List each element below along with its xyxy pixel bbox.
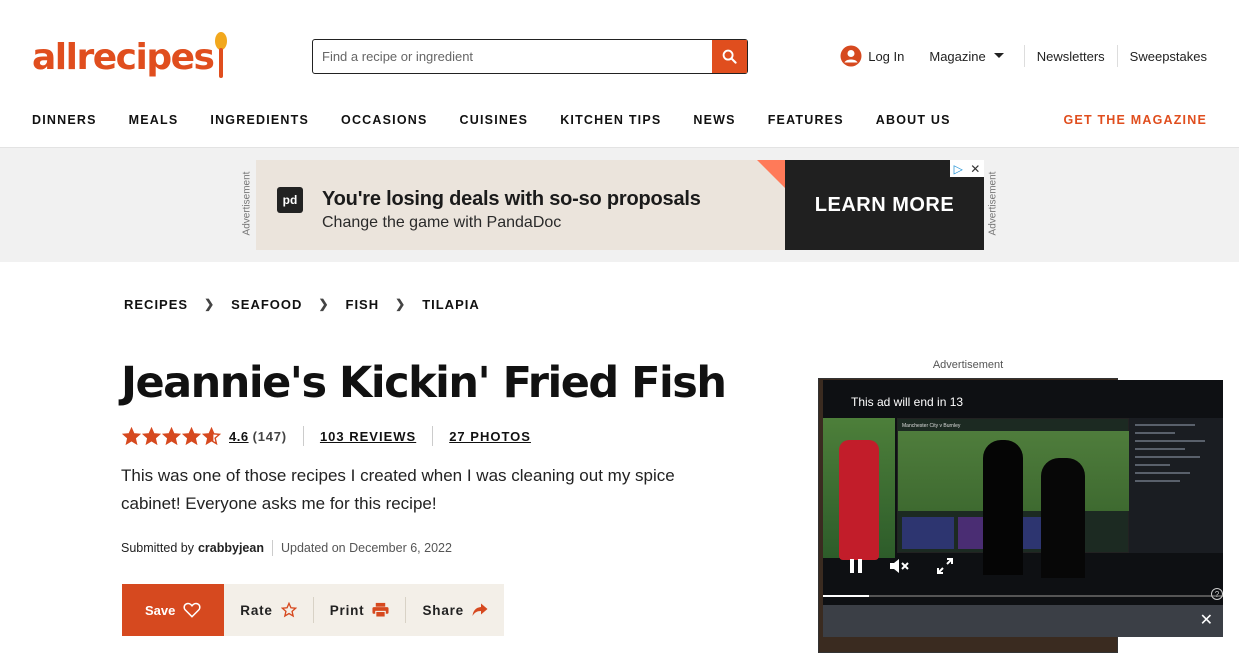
- mute-icon[interactable]: [889, 558, 911, 574]
- pandadoc-ad-banner[interactable]: pd You're losing deals with so-so propos…: [256, 160, 984, 250]
- save-label: Save: [144, 602, 176, 618]
- pandadoc-logo: pd: [277, 187, 303, 213]
- divider: [1116, 45, 1118, 67]
- star-full-icon: [182, 426, 201, 445]
- rating-value: 4.6: [229, 428, 249, 444]
- recipe-description: This was one of those recipes I created …: [121, 466, 675, 513]
- video-scene-player: [839, 440, 879, 560]
- video-scene-person: [983, 440, 1023, 575]
- star-full-icon: [122, 426, 141, 445]
- recipe-title: Jeannie's Kickin' Fried Fish: [121, 358, 727, 408]
- rate-label: Rate: [240, 602, 273, 618]
- star-full-icon: [142, 426, 161, 445]
- rating-row: 4.6 (147) 103 REVIEWS 27 PHOTOS: [122, 426, 531, 446]
- heart-icon: [183, 602, 201, 618]
- magazine-label: Magazine: [929, 48, 986, 64]
- search-icon: [722, 49, 737, 64]
- breadcrumb-recipes[interactable]: RECIPES: [124, 297, 188, 312]
- logo-text: allrecipes: [32, 37, 215, 78]
- divider: [1023, 45, 1025, 67]
- video-controls: [849, 558, 953, 574]
- recipe-meta: Submitted by crabbyjean Updated on Decem…: [121, 539, 452, 557]
- star-full-icon: [162, 426, 181, 445]
- close-icon: ✕: [970, 161, 981, 176]
- search-bar: [312, 39, 748, 74]
- star-rating: [122, 426, 221, 446]
- main-nav: DINNERS MEALS INGREDIENTS OCCASIONS CUIS…: [32, 110, 1207, 130]
- get-magazine-link[interactable]: GET THE MAGAZINE: [1063, 113, 1207, 127]
- video-progress-track[interactable]: [823, 595, 1223, 597]
- fullscreen-icon[interactable]: [937, 558, 953, 574]
- caret-down-icon: [993, 53, 1004, 58]
- rating-count: (147): [252, 428, 287, 444]
- spoon-icon: [215, 32, 228, 78]
- allrecipes-logo[interactable]: allrecipes: [32, 32, 228, 80]
- updated-date: Updated on December 6, 2022: [280, 541, 452, 555]
- star-half-icon: [202, 426, 221, 445]
- reviews-link[interactable]: 103 REVIEWS: [320, 429, 416, 444]
- ad-timer: This ad will end in 13: [851, 395, 964, 409]
- close-icon[interactable]: ✕: [1200, 610, 1213, 630]
- printer-icon: [372, 602, 390, 618]
- video-progress-fill: [823, 595, 869, 597]
- ad-subline: Change the game with PandaDoc: [322, 214, 562, 231]
- login-link[interactable]: Log In: [840, 45, 904, 67]
- user-icon: [840, 45, 862, 67]
- newsletters-link[interactable]: Newsletters: [1037, 49, 1105, 64]
- video-ad-player[interactable]: This ad will end in 13 Manchester City v…: [823, 380, 1223, 637]
- nav-occasions[interactable]: OCCASIONS: [341, 113, 428, 127]
- video-scene-monitor: [1129, 418, 1223, 553]
- nav-cuisines[interactable]: CUISINES: [460, 113, 529, 127]
- search-input[interactable]: [313, 40, 712, 73]
- nav-features[interactable]: FEATURES: [768, 113, 844, 127]
- nav-kitchen-tips[interactable]: KITCHEN TIPS: [560, 113, 661, 127]
- ad-decoration: [757, 160, 785, 188]
- rate-button[interactable]: Rate: [224, 602, 312, 618]
- breadcrumb-tilapia[interactable]: TILAPIA: [422, 297, 480, 312]
- nav-ingredients[interactable]: INGREDIENTS: [210, 113, 309, 127]
- divider: [432, 426, 434, 446]
- video-scene-person: [1041, 458, 1085, 578]
- recipe-actions: Save Rate Print Share: [122, 584, 504, 636]
- magazine-dropdown[interactable]: Magazine: [929, 48, 1004, 64]
- share-button[interactable]: Share: [406, 603, 504, 618]
- print-label: Print: [329, 602, 365, 618]
- pause-icon[interactable]: [849, 558, 863, 574]
- star-outline-icon: [280, 602, 297, 618]
- share-arrow-icon: [472, 603, 488, 616]
- tv-caption: Manchester City v Burnley: [902, 423, 961, 429]
- ad-headline: You're losing deals with so-so proposals: [322, 188, 701, 210]
- top-utility-nav: Log In Magazine Newsletters Sweepstakes: [840, 45, 1207, 67]
- divider: [302, 426, 304, 446]
- breadcrumb: RECIPES ❯ SEAFOOD ❯ FISH ❯ TILAPIA: [124, 296, 480, 312]
- chevron-right-icon: ❯: [204, 297, 216, 311]
- nav-about-us[interactable]: ABOUT US: [876, 113, 951, 127]
- print-button[interactable]: Print: [314, 602, 406, 618]
- adchoices-icon[interactable]: ▷ ✕: [950, 160, 984, 177]
- nav-meals[interactable]: MEALS: [129, 113, 179, 127]
- breadcrumb-seafood[interactable]: SEAFOOD: [231, 297, 302, 312]
- submitted-by-label: Submitted by: [121, 541, 194, 555]
- nav-news[interactable]: NEWS: [693, 113, 735, 127]
- help-icon[interactable]: ?: [1211, 588, 1223, 600]
- breadcrumb-fish[interactable]: FISH: [346, 297, 380, 312]
- divider: [271, 540, 273, 556]
- chevron-right-icon: ❯: [395, 297, 407, 311]
- chevron-right-icon: ❯: [318, 297, 330, 311]
- nav-dinners[interactable]: DINNERS: [32, 113, 97, 127]
- video-ad-label: Advertisement: [932, 359, 1004, 371]
- ad-label-right: Advertisement: [987, 171, 999, 236]
- login-label: Log In: [868, 48, 905, 64]
- save-button[interactable]: Save: [122, 584, 225, 636]
- video-ad-closebar: ✕: [823, 605, 1223, 637]
- ad-label-left: Advertisement: [241, 171, 253, 236]
- search-button[interactable]: [712, 40, 747, 73]
- tv-tile: [902, 517, 954, 549]
- author-link[interactable]: crabbyjean: [198, 541, 264, 555]
- play-icon: ▷: [953, 161, 963, 176]
- sweepstakes-link[interactable]: Sweepstakes: [1130, 49, 1207, 64]
- share-label: Share: [422, 602, 464, 618]
- photos-link[interactable]: 27 PHOTOS: [449, 429, 531, 444]
